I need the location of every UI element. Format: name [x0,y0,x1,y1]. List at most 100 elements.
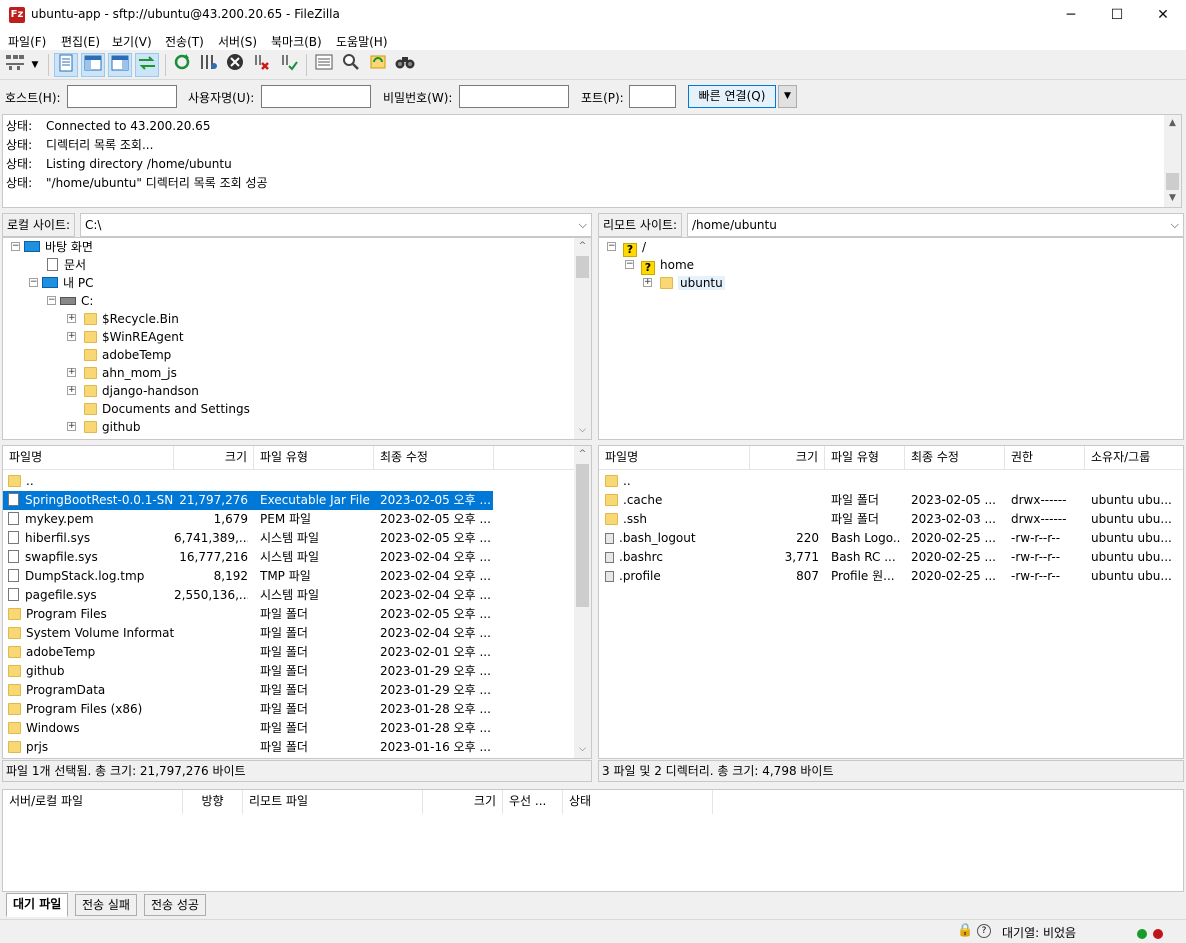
column-size[interactable]: 크기 [174,446,254,470]
sync-browse-icon[interactable] [366,53,390,77]
toggle-queue-icon[interactable] [135,53,159,77]
parent-dir-row[interactable]: .. [599,472,1183,491]
column-type[interactable]: 파일 유형 [825,446,905,470]
scroll-thumb[interactable] [576,256,589,278]
tree-node-ubuntu[interactable]: + ubuntu [643,274,725,292]
toggle-log-icon[interactable] [54,53,78,77]
menu-bookmarks[interactable]: 북마크(B) [271,33,322,50]
file-row[interactable]: pagefile.sys 2,550,136,... 시스템 파일 2023-02-0… [3,586,493,605]
file-row[interactable]: prjs 파일 폴더 2023-01-16 오후 ... [3,738,493,757]
file-row[interactable]: System Volume Informat... 파일 폴더 2023-02-04… [3,624,493,643]
quickconnect-button[interactable]: 빠른 연결(Q) [688,85,776,108]
menu-view[interactable]: 보기(V) [112,33,152,50]
file-row[interactable]: swapfile.sys 16,777,216 시스템 파일 2023-02-04 오… [3,548,493,567]
log-scrollbar[interactable]: ▲ ▼ [1164,115,1181,207]
column-size[interactable]: 크기 [750,446,825,470]
column-filename[interactable]: 파일명 [599,446,750,470]
tree-node-folder[interactable]: + $Recycle.Bin [67,310,179,328]
file-row[interactable]: mykey.pem 1,679 PEM 파일 2023-02-05 오후 ... [3,510,493,529]
tab-failed-transfers[interactable]: 전송 실패 [75,894,137,916]
file-row[interactable]: Program Files (x86) 파일 폴더 2023-01-28 오후 ..… [3,700,493,719]
refresh-icon[interactable] [170,53,194,77]
menu-file[interactable]: 파일(F) [8,33,46,50]
cancel-icon[interactable] [223,53,247,77]
toggle-local-tree-icon[interactable] [81,53,105,77]
password-input[interactable] [459,85,569,108]
scroll-up-icon[interactable]: ▲ [1164,115,1181,132]
file-row[interactable]: adobeTemp 파일 폴더 2023-02-01 오후 ... [3,643,493,662]
column-filename[interactable]: 파일명 [3,446,174,470]
tree-node-folder[interactable]: + $WinREAgent [67,328,184,346]
username-input[interactable] [261,85,371,108]
tree-node-folder[interactable]: + django-handson [67,382,199,400]
tree-node-desktop[interactable]: − 바탕 화면 [11,238,93,256]
parent-dir-row[interactable]: .. [3,472,493,491]
menu-server[interactable]: 서버(S) [218,33,257,50]
disconnect-icon[interactable] [250,53,274,77]
dropdown-arrow-icon[interactable]: ▼ [28,53,42,77]
directory-filter-icon[interactable] [312,53,336,77]
find-icon[interactable] [393,53,417,77]
process-queue-icon[interactable] [196,53,220,77]
scroll-down-icon[interactable]: ⌵ [574,422,591,439]
port-input[interactable] [629,85,676,108]
chevron-down-icon[interactable]: ⌵ [579,214,587,236]
file-row[interactable]: ProgramData 파일 폴더 2023-01-29 오후 ... [3,681,493,700]
tree-node-folder[interactable]: + ahn_mom_js [67,364,177,382]
column-type[interactable]: 파일 유형 [254,446,374,470]
column-local-file[interactable]: 서버/로컬 파일 [3,790,183,814]
menu-edit[interactable]: 편집(E) [61,33,100,50]
quickconnect-dropdown-button[interactable]: ▼ [778,85,797,108]
remote-path-combo[interactable]: /home/ubuntu ⌵ [687,213,1184,237]
chevron-down-icon[interactable]: ⌵ [1171,214,1179,236]
tree-node-folder[interactable]: + github [67,418,140,436]
file-row[interactable]: .ssh 파일 폴더 2023-02-03 ... drwx------ ubuntu … [599,510,1183,529]
menu-transfer[interactable]: 전송(T) [165,33,204,50]
tree-node-folder[interactable]: adobeTemp [67,346,171,364]
file-row[interactable]: hiberfil.sys 6,741,389,... 시스템 파일 2023-02-0… [3,529,493,548]
scroll-thumb[interactable] [1166,173,1179,190]
column-owner[interactable]: 소유자/그룹 [1085,446,1183,470]
file-row[interactable]: .bashrc 3,771 Bash RC ... 2020-02-25 ... -rw… [599,548,1183,567]
column-status[interactable]: 상태 [563,790,713,814]
column-modified[interactable]: 최종 수정 [374,446,494,470]
directory-compare-icon[interactable] [339,53,363,77]
tab-successful-transfers[interactable]: 전송 성공 [144,894,206,916]
local-tree-scrollbar[interactable]: ^ ⌵ [574,238,591,439]
column-permissions[interactable]: 권한 [1005,446,1085,470]
file-row[interactable]: Windows 파일 폴더 2023-01-28 오후 ... [3,719,493,738]
column-direction[interactable]: 방향 [183,790,243,814]
scroll-down-icon[interactable]: ▼ [1164,190,1181,207]
tree-node-documents[interactable]: 문서 [47,256,86,274]
tree-node-home[interactable]: −? home [625,256,694,275]
column-size[interactable]: 크기 [423,790,503,814]
tree-node-my-pc[interactable]: − 내 PC [29,274,93,292]
column-priority[interactable]: 우선 ... [503,790,563,814]
scroll-up-icon[interactable]: ^ [574,238,591,255]
scroll-thumb[interactable] [576,464,589,607]
file-row[interactable]: DumpStack.log.tmp 8,192 TMP 파일 2023-02-04 오… [3,567,493,586]
maximize-button[interactable]: ☐ [1094,0,1140,30]
tree-node-drive-c[interactable]: − C: [47,292,93,310]
tree-node-folder[interactable]: Documents and Settings [67,400,250,418]
file-row[interactable]: github 파일 폴더 2023-01-29 오후 ... [3,662,493,681]
site-manager-icon[interactable] [4,53,26,77]
toggle-remote-tree-icon[interactable] [108,53,132,77]
local-path-combo[interactable]: C:\ ⌵ [80,213,592,237]
column-modified[interactable]: 최종 수정 [905,446,1005,470]
close-button[interactable]: ✕ [1140,0,1186,30]
tab-queued-files[interactable]: 대기 파일 [6,893,69,917]
file-row[interactable]: .bash_logout 220 Bash Logo... 2020-02-25 ..… [599,529,1183,548]
column-remote-file[interactable]: 리모트 파일 [243,790,423,814]
scroll-down-icon[interactable]: ⌵ [574,741,591,758]
minimize-button[interactable]: ─ [1048,0,1094,30]
file-row[interactable]: .profile 807 Profile 원... 2020-02-25 ... -rw… [599,567,1183,586]
scroll-up-icon[interactable]: ^ [574,446,591,463]
reconnect-icon[interactable] [277,53,301,77]
host-input[interactable] [67,85,177,108]
file-row[interactable]: SpringBootRest-0.0.1-SN... 21,797,276 Exec… [3,491,493,510]
menu-help[interactable]: 도움말(H) [336,33,388,50]
file-row[interactable]: .cache 파일 폴더 2023-02-05 ... drwx------ ubunt… [599,491,1183,510]
local-list-scrollbar[interactable]: ^ ⌵ [574,446,591,758]
file-row[interactable]: Program Files 파일 폴더 2023-02-05 오후 ... [3,605,493,624]
